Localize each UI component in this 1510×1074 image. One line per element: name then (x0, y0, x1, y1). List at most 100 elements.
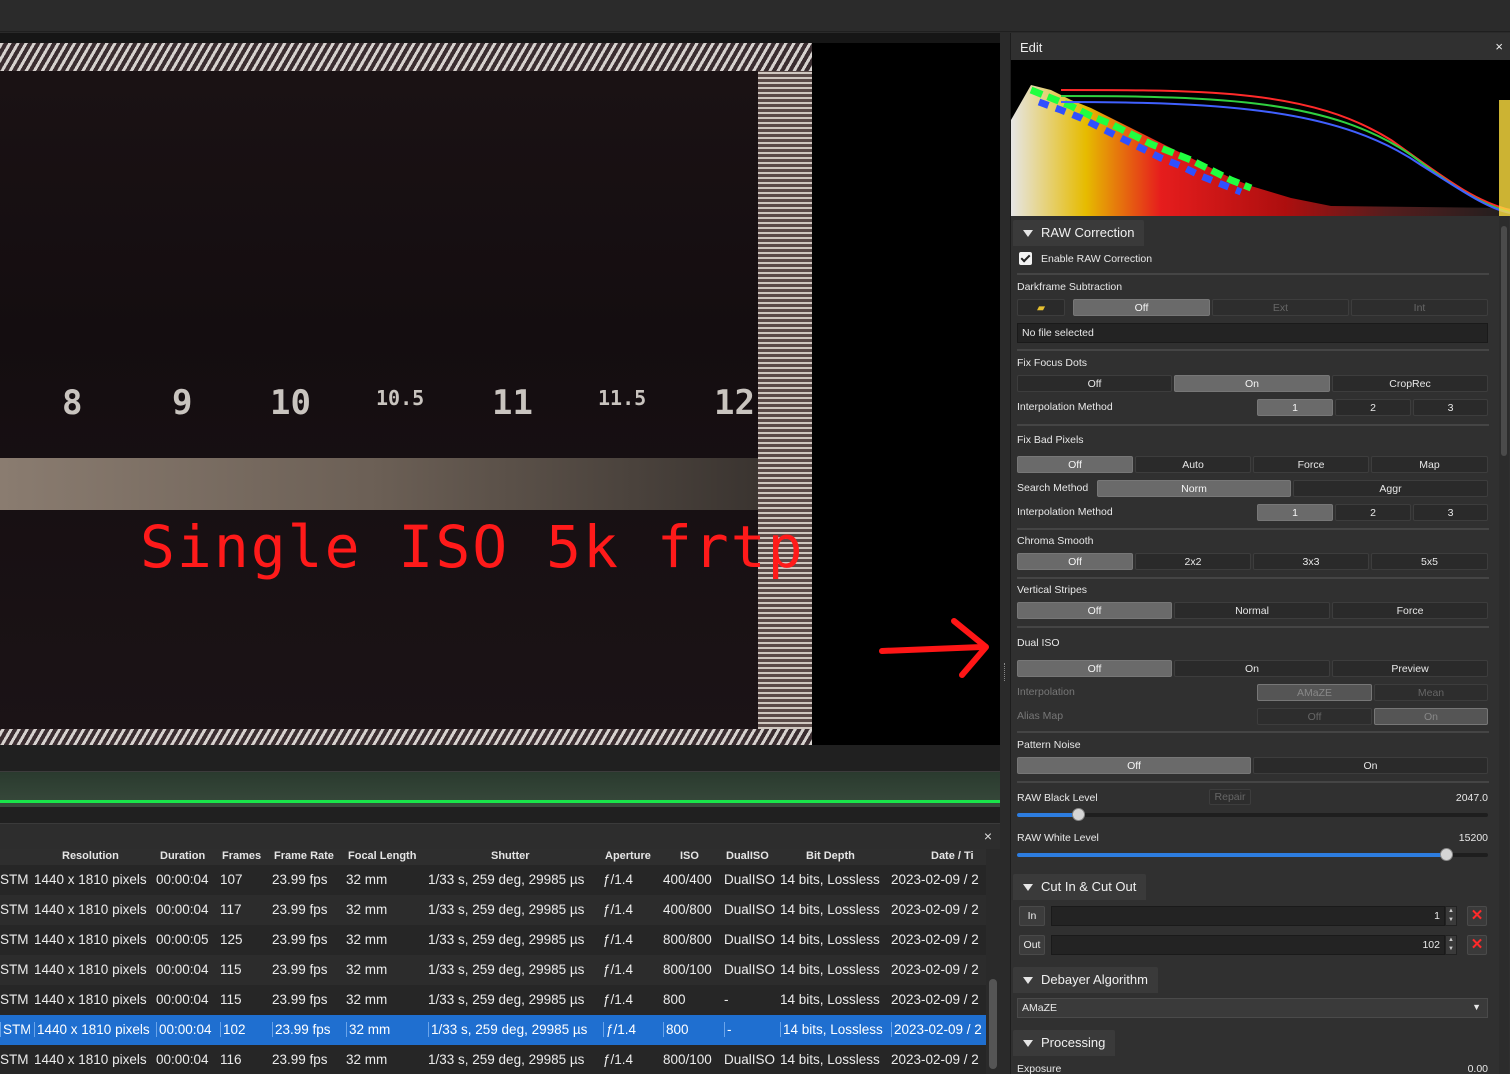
column-header[interactable]: Frame Rate (274, 850, 334, 862)
close-icon[interactable]: × (984, 828, 992, 844)
cut-in-spinner[interactable]: ▲ ▼ (1445, 906, 1457, 926)
ruler-number: 10.5 (376, 386, 425, 410)
section-tab[interactable]: Cut In & Cut Out (1013, 874, 1147, 900)
edit-panel-scrollbar[interactable] (1499, 216, 1509, 1074)
table-body: STM 1440 x 1810 pixels 00:00:04 107 23.99 fp… (0, 865, 986, 1074)
dual-iso-preview[interactable]: Preview (1332, 660, 1488, 677)
cell-duration: 00:00:04 (156, 902, 209, 917)
repair-button[interactable]: Repair (1209, 789, 1251, 805)
cell-iso: 400/800 (663, 902, 712, 917)
chroma-off[interactable]: Off (1017, 553, 1133, 570)
clip-list-scrollbar[interactable] (986, 849, 1000, 1074)
video-viewer[interactable]: 8 9 10 10.5 11 11.5 12 Single ISO 5k frt… (0, 33, 1005, 745)
focus-dots-off[interactable]: Off (1017, 375, 1172, 392)
debayer-dropdown[interactable]: AMaZE ▼ (1017, 998, 1488, 1018)
scrollbar-thumb[interactable] (1501, 226, 1507, 456)
column-header[interactable]: Frames (222, 850, 261, 862)
column-header[interactable]: DualISO (726, 850, 769, 862)
interpolation-method-label: Interpolation Method (1017, 506, 1113, 518)
column-header[interactable]: Date / Ti (931, 850, 974, 862)
divider (1017, 273, 1489, 275)
raw-black-level-slider[interactable] (1017, 808, 1488, 821)
search-norm[interactable]: Norm (1097, 480, 1291, 497)
stripes-off[interactable]: Off (1017, 602, 1172, 619)
focus-interp-2[interactable]: 2 (1335, 399, 1411, 416)
spin-down-icon[interactable]: ▼ (1446, 945, 1456, 954)
slider-knob[interactable] (1072, 808, 1085, 821)
table-row[interactable]: STM 1440 x 1810 pixels 00:00:04 115 23.99 fp… (0, 955, 986, 985)
column-header[interactable]: Duration (160, 850, 205, 862)
close-icon[interactable]: × (1495, 39, 1503, 54)
section-tab[interactable]: RAW Correction (1013, 220, 1145, 246)
spin-down-icon[interactable]: ▼ (1446, 916, 1456, 925)
chroma-2x2[interactable]: 2x2 (1135, 553, 1251, 570)
table-row[interactable]: STM 1440 x 1810 pixels 00:00:04 115 23.99 fp… (0, 985, 986, 1015)
chroma-5x5[interactable]: 5x5 (1371, 553, 1488, 570)
bad-pixels-force[interactable]: Force (1253, 456, 1369, 473)
splitter-handle[interactable] (1004, 663, 1007, 681)
spin-up-icon[interactable]: ▲ (1446, 907, 1456, 916)
cell-fps: 23.99 fps (272, 932, 328, 947)
cell-date: 2023-02-09 / 2 (891, 902, 979, 917)
stripes-normal[interactable]: Normal (1174, 602, 1330, 619)
clip-table[interactable]: Resolution Duration Frames Frame Rate Fo… (0, 849, 986, 1074)
pattern-noise-on[interactable]: On (1253, 757, 1488, 774)
darkframe-ext[interactable]: Ext (1212, 299, 1349, 316)
focus-dots-on[interactable]: On (1174, 375, 1330, 392)
section-tab[interactable]: Debayer Algorithm (1013, 967, 1158, 993)
dual-iso-amaze[interactable]: AMaZE (1257, 684, 1372, 701)
darkframe-label: Darkframe Subtraction (1017, 281, 1123, 293)
vertical-stripes-label: Vertical Stripes (1017, 584, 1088, 596)
focus-dots-croprec[interactable]: CropRec (1332, 375, 1488, 392)
darkframe-off[interactable]: Off (1073, 299, 1210, 316)
dual-iso-mean[interactable]: Mean (1374, 684, 1488, 701)
scrollbar-thumb[interactable] (989, 979, 997, 1069)
cut-in-button[interactable]: In (1019, 906, 1045, 926)
column-header[interactable]: ISO (680, 850, 699, 862)
chroma-3x3[interactable]: 3x3 (1253, 553, 1369, 570)
bad-pixels-auto[interactable]: Auto (1135, 456, 1251, 473)
table-row[interactable]: STM 1440 x 1810 pixels 00:00:04 117 23.99 fp… (0, 895, 986, 925)
folder-icon[interactable]: ▰ (1017, 299, 1065, 316)
stripes-force[interactable]: Force (1332, 602, 1488, 619)
darkframe-file-field: No file selected (1017, 323, 1488, 343)
table-row[interactable]: STM 1440 x 1810 pixels 00:00:04 116 23.99 fp… (0, 1045, 986, 1074)
alias-map-on[interactable]: On (1374, 708, 1488, 725)
search-aggr[interactable]: Aggr (1293, 480, 1488, 497)
timeline[interactable] (0, 745, 1000, 823)
bad-pixels-off[interactable]: Off (1017, 456, 1133, 473)
cut-in-field[interactable]: 1 (1051, 906, 1445, 926)
cell-date: 2023-02-09 / 2 (891, 992, 979, 1007)
cut-out-button[interactable]: Out (1019, 935, 1045, 955)
clear-cut-in-button[interactable]: ✕ (1467, 906, 1487, 926)
enable-raw-correction-checkbox[interactable] (1019, 252, 1032, 265)
spin-up-icon[interactable]: ▲ (1446, 936, 1456, 945)
clear-cut-out-button[interactable]: ✕ (1467, 935, 1487, 955)
pattern-noise-off[interactable]: Off (1017, 757, 1251, 774)
column-header[interactable]: Shutter (491, 850, 530, 862)
raw-white-level-slider[interactable] (1017, 848, 1488, 861)
cut-out-spinner[interactable]: ▲ ▼ (1445, 935, 1457, 955)
badpix-interp-3[interactable]: 3 (1413, 504, 1488, 521)
table-row[interactable]: STM 1440 x 1810 pixels 00:00:04 107 23.99 fp… (0, 865, 986, 895)
bad-pixels-map[interactable]: Map (1371, 456, 1488, 473)
badpix-interp-1[interactable]: 1 (1257, 504, 1333, 521)
cell-duration: 00:00:04 (156, 1052, 209, 1067)
badpix-interp-2[interactable]: 2 (1335, 504, 1411, 521)
dual-iso-on[interactable]: On (1174, 660, 1330, 677)
dual-iso-off[interactable]: Off (1017, 660, 1172, 677)
focus-interp-3[interactable]: 3 (1413, 399, 1488, 416)
column-header[interactable]: Focal Length (348, 850, 416, 862)
slider-knob[interactable] (1440, 848, 1453, 861)
column-header[interactable]: Bit Depth (806, 850, 855, 862)
section-tab[interactable]: Processing (1013, 1030, 1116, 1056)
column-header[interactable]: Resolution (62, 850, 119, 862)
darkframe-int[interactable]: Int (1351, 299, 1488, 316)
cut-out-field[interactable]: 102 (1051, 935, 1445, 955)
alias-map-off[interactable]: Off (1257, 708, 1372, 725)
focus-interp-1[interactable]: 1 (1257, 399, 1333, 416)
table-row-selected[interactable]: STM 1440 x 1810 pixels 00:00:04 102 23.99 fp… (0, 1015, 986, 1045)
table-row[interactable]: STM 1440 x 1810 pixels 00:00:05 125 23.99 fp… (0, 925, 986, 955)
cell-shutter: 1/33 s, 259 deg, 29985 µs (428, 902, 585, 917)
column-header[interactable]: Aperture (605, 850, 651, 862)
